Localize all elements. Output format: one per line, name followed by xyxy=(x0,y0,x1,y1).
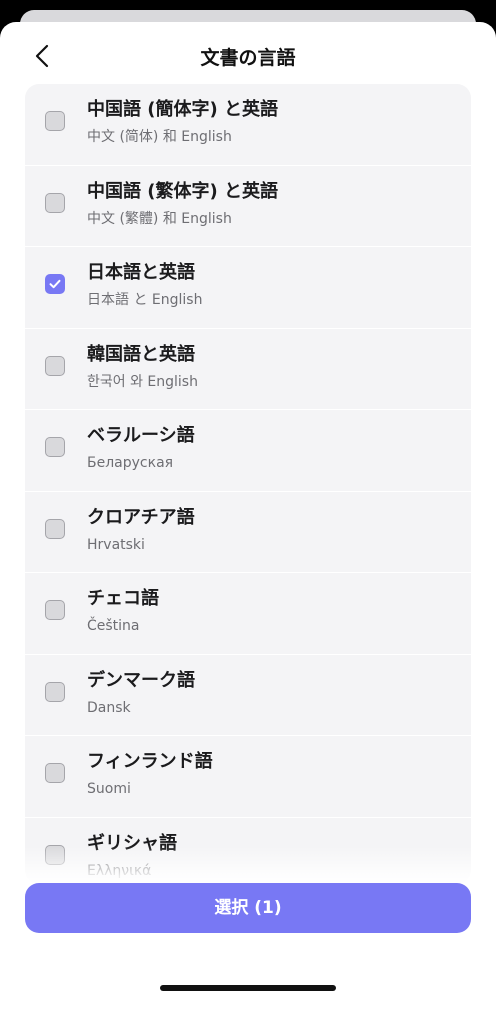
language-title: 日本語と英語 xyxy=(87,262,195,283)
language-item[interactable]: 韓国語と英語 한국어 와 English xyxy=(25,329,471,410)
language-native-name: Suomi xyxy=(87,781,131,797)
language-item[interactable]: 日本語と英語日本語 と English xyxy=(25,247,471,329)
language-native-name: Hrvatski xyxy=(87,536,145,553)
checkbox[interactable] xyxy=(45,844,65,865)
language-title: フィンランド語 xyxy=(87,751,213,772)
language-title: 韓国語と英語 xyxy=(87,343,195,365)
language-item[interactable]: フィンランド語 Suomi xyxy=(25,736,471,818)
language-native-name: 한국어 와 English xyxy=(87,373,198,390)
checkbox[interactable] xyxy=(45,192,65,213)
language-item[interactable]: チェコ語 Čeština xyxy=(25,573,471,655)
checkbox[interactable] xyxy=(45,681,65,702)
language-item[interactable]: ベラルーシ語 Беларуская xyxy=(25,410,471,492)
language-title: デンマーク語 xyxy=(87,669,195,691)
language-native-name: Беларуская xyxy=(87,455,174,471)
language-native-name: 中文 (简体) 和 English xyxy=(87,129,232,145)
checkbox[interactable] xyxy=(45,763,65,783)
language-list[interactable]: 中国語 (簡体字) と英語 中文 (简体) 和 English 中国語 (繁体字) … xyxy=(25,84,471,884)
language-item[interactable]: 中国語 (繁体字) と英語中文 (繁體) 和 English xyxy=(25,166,471,247)
checkbox[interactable] xyxy=(45,600,65,620)
language-native-name: Čeština xyxy=(87,618,140,634)
checkbox[interactable] xyxy=(45,437,65,457)
language-native-name: 中文 (繁體) 和 English xyxy=(87,210,232,227)
language-title: ベラルーシ語 xyxy=(87,425,195,446)
language-item[interactable]: 中国語 (簡体字) と英語中文 (简体) 和 English xyxy=(25,84,471,166)
page-title: 文書の言語 xyxy=(200,47,296,69)
language-title: ギリシャ語 xyxy=(87,832,177,854)
language-title: 中国語 (繁体字) と英語 xyxy=(87,180,278,202)
language-item[interactable]: クロアチア語 Hrvatski xyxy=(25,492,471,573)
checkbox-checked[interactable] xyxy=(45,274,65,294)
language-title: チェコ語 xyxy=(87,588,159,609)
home-indicator xyxy=(160,985,336,991)
language-item[interactable]: デンマーク語 Dansk xyxy=(25,655,471,736)
language-native-name: Dansk xyxy=(87,699,131,716)
select-button[interactable]: 選択 (1) xyxy=(25,883,471,933)
checkbox[interactable] xyxy=(45,111,65,131)
checkbox[interactable] xyxy=(45,518,65,539)
checkbox[interactable] xyxy=(45,355,65,376)
language-native-name: 日本語 と English xyxy=(87,292,203,308)
language-native-name: Ελληνικά xyxy=(87,862,152,879)
language-title: クロアチア語 xyxy=(87,506,195,528)
language-item[interactable]: ギリシャ語 Ελληνικά xyxy=(25,818,471,885)
language-title: 中国語 (簡体字) と英語 xyxy=(87,99,278,120)
